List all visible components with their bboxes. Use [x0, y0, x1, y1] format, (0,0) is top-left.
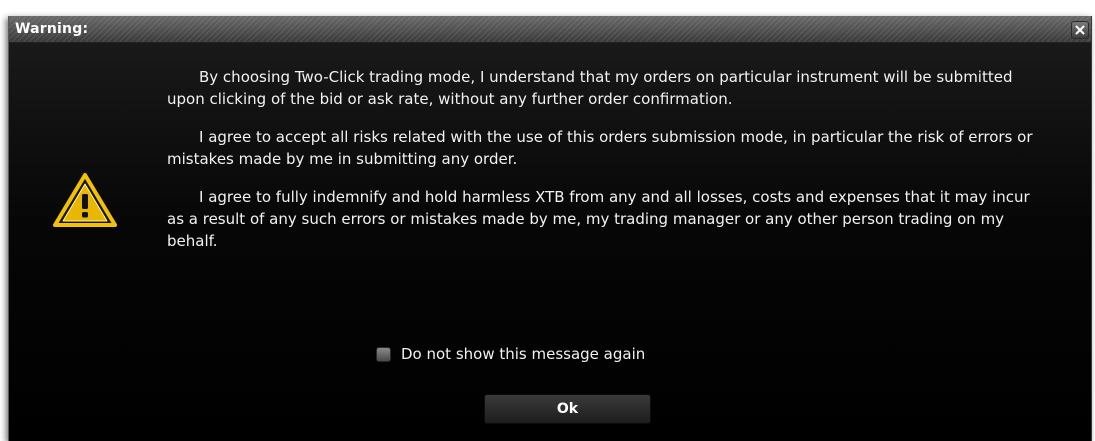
message-paragraph-2: I agree to accept all risks related with… [167, 128, 1033, 168]
message-paragraph-1: By choosing Two-Click trading mode, I un… [167, 68, 1013, 108]
warning-message: By choosing Two-Click trading mode, I un… [167, 66, 1047, 268]
close-button[interactable] [1071, 21, 1089, 39]
checkbox-label: Do not show this message again [401, 345, 646, 363]
warning-triangle-icon [53, 173, 117, 227]
dialog-titlebar[interactable]: Warning: [9, 16, 1091, 43]
do-not-show-again-option[interactable]: Do not show this message again [376, 344, 645, 364]
close-icon [1075, 25, 1085, 35]
message-paragraph-3: I agree to fully indemnify and hold harm… [167, 188, 1030, 250]
ok-button[interactable]: Ok [484, 394, 651, 424]
warning-dialog: Warning: By choosing Two-Click trading m… [8, 16, 1092, 441]
do-not-show-again-checkbox[interactable] [376, 346, 391, 362]
dialog-title: Warning: [15, 21, 89, 37]
